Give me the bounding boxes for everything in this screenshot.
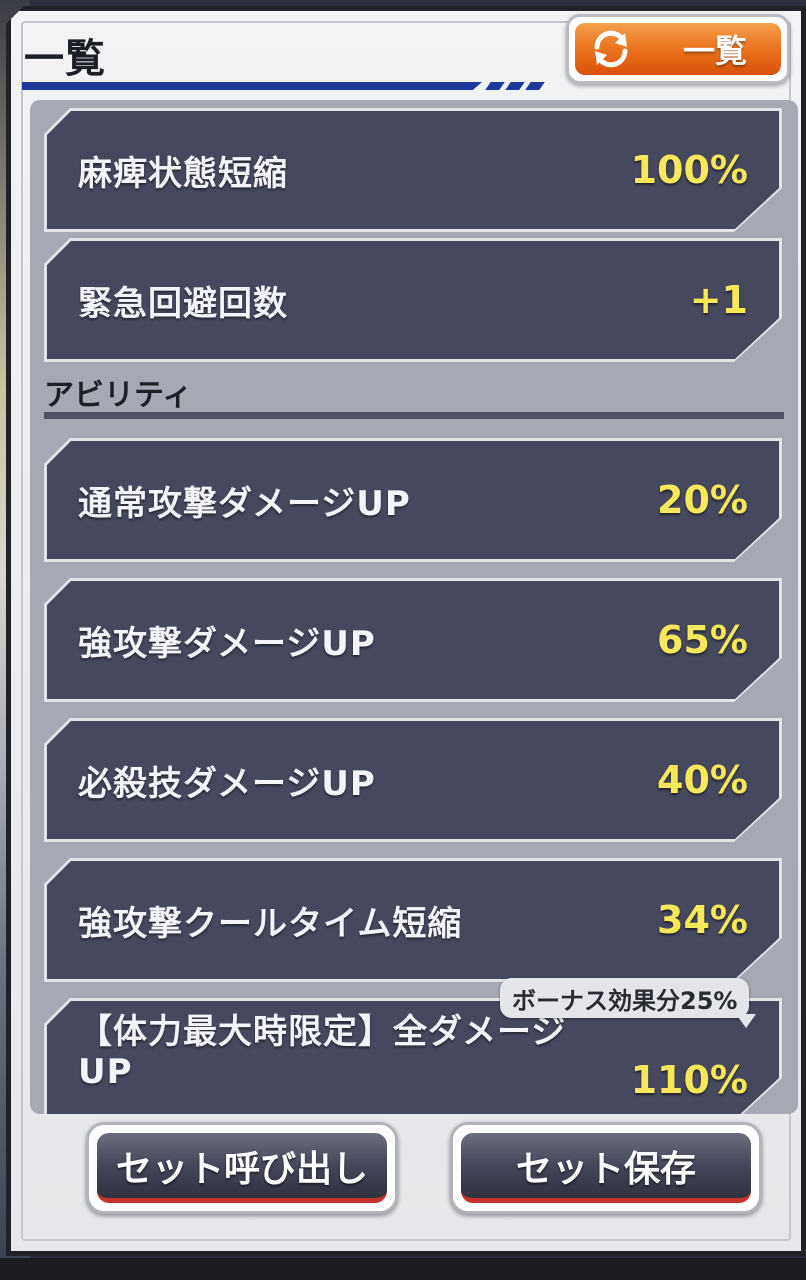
bonus-tooltip: ボーナス効果分25% <box>500 978 750 1018</box>
stat-label: 必殺技ダメージUP <box>78 763 376 804</box>
title-underline <box>22 82 482 90</box>
view-toggle-face: 一覧 <box>575 23 781 75</box>
view-toggle-label: 一覧 <box>683 32 748 70</box>
stats-list[interactable]: 麻痺状態短縮 100% 緊急回避回数 +1 アビリティ 通常攻撃ダメージUP 2… <box>30 100 798 1114</box>
stat-label: 通常攻撃ダメージUP <box>78 483 411 524</box>
stat-label: 強攻撃ダメージUP <box>78 623 376 664</box>
stat-label: 麻痺状態短縮 <box>78 153 288 194</box>
stat-row: 必殺技ダメージUP 40% <box>44 718 782 842</box>
view-toggle-button[interactable]: 一覧 <box>566 14 790 84</box>
stat-row: 強攻撃ダメージUP 65% <box>44 578 782 702</box>
save-set-label: セット保存 <box>515 1148 696 1190</box>
save-set-button[interactable]: セット保存 <box>450 1122 762 1214</box>
stat-label: 強攻撃クールタイム短縮 <box>78 903 463 944</box>
refresh-icon <box>594 30 628 68</box>
stat-label: 緊急回避回数 <box>78 283 288 324</box>
load-set-label: セット呼び出し <box>115 1148 368 1190</box>
bottom-edge <box>0 1258 806 1280</box>
stat-value: 100% <box>630 148 748 192</box>
stat-value: 20% <box>657 478 748 522</box>
stat-row: 強攻撃クールタイム短縮 34% <box>44 858 782 982</box>
load-set-button[interactable]: セット呼び出し <box>86 1122 398 1214</box>
section-title-ability: アビリティ <box>44 378 193 413</box>
stat-row: 緊急回避回数 +1 <box>44 238 782 362</box>
stat-value: 40% <box>657 758 748 802</box>
page-title: 一覧 <box>24 36 106 82</box>
stat-value: +1 <box>689 278 748 322</box>
stat-value: 65% <box>657 618 748 662</box>
bonus-tooltip-tail <box>736 1014 756 1028</box>
stat-row: 麻痺状態短縮 100% <box>44 108 782 232</box>
stat-row: 通常攻撃ダメージUP 20% <box>44 438 782 562</box>
stat-value: 34% <box>657 898 748 942</box>
section-divider <box>44 412 784 419</box>
